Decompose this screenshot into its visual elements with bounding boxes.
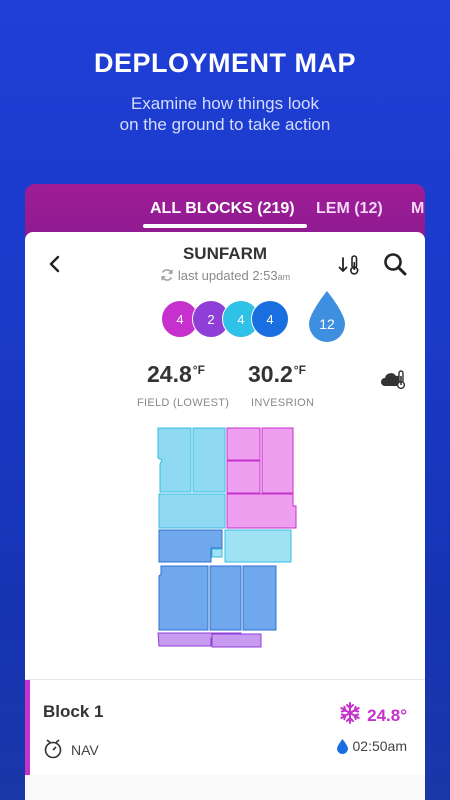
map-block-b1[interactable]	[226, 427, 261, 461]
map-block-a1[interactable]	[157, 427, 192, 493]
inversion-number: 30.2	[248, 361, 293, 387]
block-list-item[interactable]: Block 1 24.8° NAV 02:50am	[25, 679, 425, 776]
hero-subtitle-line2: on the ground to take action	[119, 115, 331, 134]
block-status-bar	[25, 680, 30, 775]
block-temperature: 24.8°	[339, 702, 407, 726]
farm-card: SUNFARM last updated 2:53am 4 2 4 4 12 2…	[25, 232, 425, 800]
search-icon	[384, 253, 407, 276]
field-lowest-unit: °F	[192, 363, 205, 377]
count-circle-normal[interactable]: 4	[251, 300, 289, 338]
block-sensor-status: NAV	[43, 738, 99, 760]
water-drop-count: 12	[319, 316, 335, 332]
sort-by-temperature-button[interactable]	[337, 252, 363, 278]
block-status-text: NAV	[71, 742, 99, 758]
search-button[interactable]	[381, 250, 409, 278]
chevron-left-icon	[49, 255, 60, 273]
snowflake-icon	[340, 702, 360, 724]
hero-subtitle: Examine how things look on the ground to…	[90, 93, 360, 135]
inversion-label: INVESRION	[251, 397, 315, 409]
back-button[interactable]	[43, 250, 67, 278]
updated-ampm: am	[277, 272, 291, 282]
last-updated: last updated 2:53am	[125, 268, 325, 283]
weather-button[interactable]	[381, 368, 407, 390]
hero-subtitle-line1: Examine how things look	[130, 94, 320, 113]
field-lowest-label: FIELD (LOWEST)	[137, 397, 230, 409]
tab-more[interactable]: M	[411, 200, 424, 218]
map-block-b3[interactable]	[261, 427, 294, 494]
inversion-value: 30.2°F	[248, 361, 306, 388]
map-block-a4[interactable]	[224, 529, 292, 563]
map-block-b2[interactable]	[226, 460, 261, 494]
block-name: Block 1	[43, 702, 104, 721]
block-list-item-next[interactable]	[25, 775, 425, 800]
hero-title: DEPLOYMENT MAP	[93, 48, 356, 78]
map-block-a3[interactable]	[158, 493, 226, 529]
farm-block-map[interactable]	[151, 424, 301, 648]
water-drop-small-icon	[336, 739, 348, 754]
map-block-a5[interactable]	[211, 548, 223, 558]
map-block-c3[interactable]	[209, 565, 242, 631]
block-temp-value: 24.8°	[367, 706, 407, 725]
sensor-clock-icon	[44, 739, 62, 759]
block-time: 02:50am	[336, 738, 407, 754]
active-tab-indicator	[143, 224, 307, 228]
tab-all-blocks[interactable]: ALL BLOCKS (219)	[150, 200, 295, 218]
map-block-b4[interactable]	[226, 493, 297, 529]
updated-prefix: last updated	[177, 268, 249, 283]
sync-icon	[161, 269, 173, 281]
inversion-unit: °F	[293, 363, 306, 377]
map-block-d2[interactable]	[211, 633, 262, 648]
map-block-c4[interactable]	[242, 565, 277, 631]
block-time-value: 02:50am	[352, 738, 407, 754]
map-block-c2[interactable]	[158, 565, 209, 631]
cloud-thermometer-icon	[381, 370, 406, 390]
sort-temperature-icon	[338, 255, 359, 275]
field-lowest-value: 24.8°F	[147, 361, 205, 388]
farm-name: SUNFARM	[182, 244, 268, 263]
field-lowest-number: 24.8	[147, 361, 192, 387]
map-block-a2[interactable]	[192, 427, 226, 493]
tab-lem[interactable]: LEM (12)	[316, 200, 383, 218]
updated-time: 2:53	[252, 268, 278, 283]
